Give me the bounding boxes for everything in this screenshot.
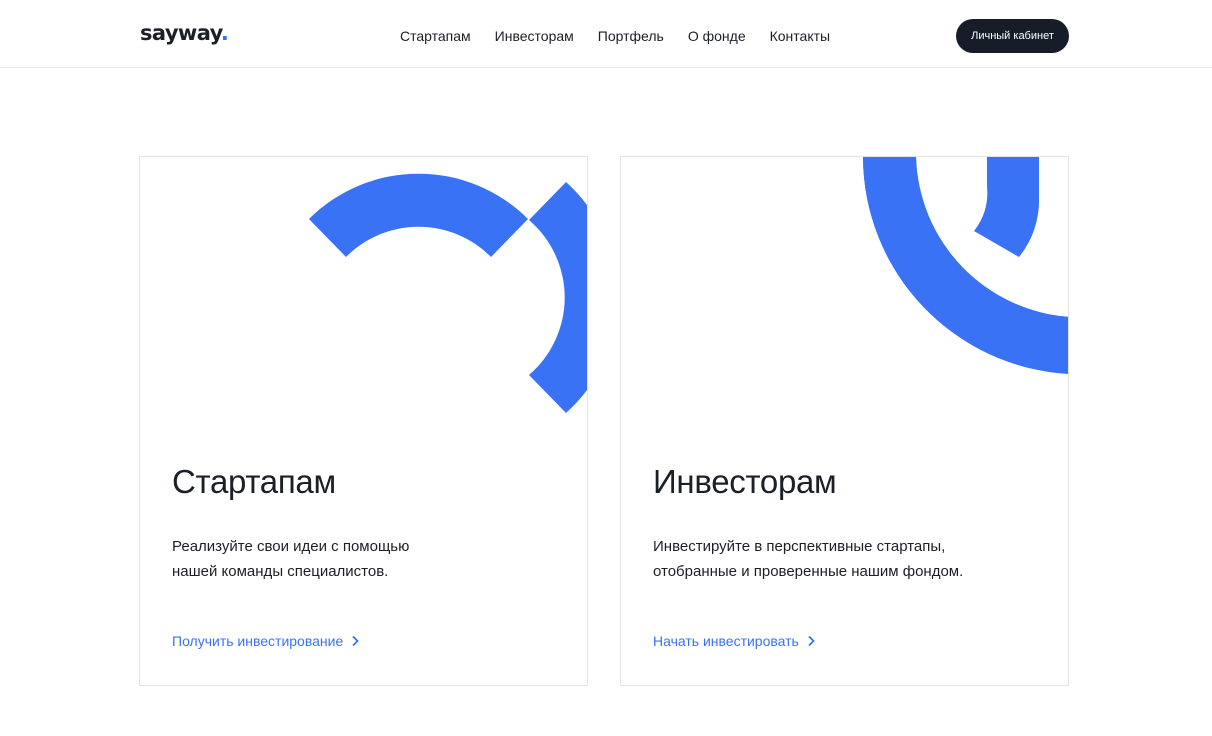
arc-decoration [309, 173, 587, 413]
card-description-line: Инвестируйте в перспективные стартапы, [653, 538, 946, 555]
nav-item-portfolio[interactable]: Портфель [598, 27, 664, 45]
chevron-right-icon [352, 635, 360, 647]
nav-item-contacts[interactable]: Контакты [770, 27, 830, 45]
link-label: Начать инвестировать [653, 633, 799, 649]
nav-item-about-fund[interactable]: О фонде [688, 27, 746, 45]
ring-decoration [863, 157, 1068, 374]
nav-item-investors[interactable]: Инвесторам [495, 27, 574, 45]
card-description-line: Реализуйте свои идеи с помощью [172, 538, 410, 555]
card-description: Реализуйте свои идеи с помощью нашей ком… [172, 534, 409, 584]
chevron-right-icon [808, 635, 815, 647]
site-header: sayway. Стартапам Инвесторам Портфель О … [0, 0, 1212, 68]
main-nav: Стартапам Инвесторам Портфель О фонде Ко… [400, 27, 854, 45]
logo-dot: . [220, 21, 229, 45]
logo[interactable]: sayway. [140, 20, 229, 46]
card-title: Инвесторам [653, 463, 837, 500]
nav-item-startups[interactable]: Стартапам [400, 27, 471, 45]
logo-text: sayway [140, 21, 221, 45]
card-title: Стартапам [172, 463, 336, 500]
card-description-line: отобранные и проверенные нашим фондом. [653, 563, 964, 580]
card-description-line: нашей команды специалистов. [172, 563, 389, 580]
link-label: Получить инвестирование [172, 633, 344, 649]
card-description: Инвестируйте в перспективные стартапы, о… [653, 534, 963, 584]
personal-account-button[interactable]: Личный кабинет [956, 19, 1069, 53]
start-investing-link[interactable]: Начать инвестировать [653, 632, 816, 650]
get-investment-link[interactable]: Получить инвестирование [172, 632, 360, 650]
startups-card: Стартапам Реализуйте свои идеи с помощью… [139, 156, 588, 686]
investors-card: Инвесторам Инвестируйте в перспективные … [620, 156, 1069, 686]
